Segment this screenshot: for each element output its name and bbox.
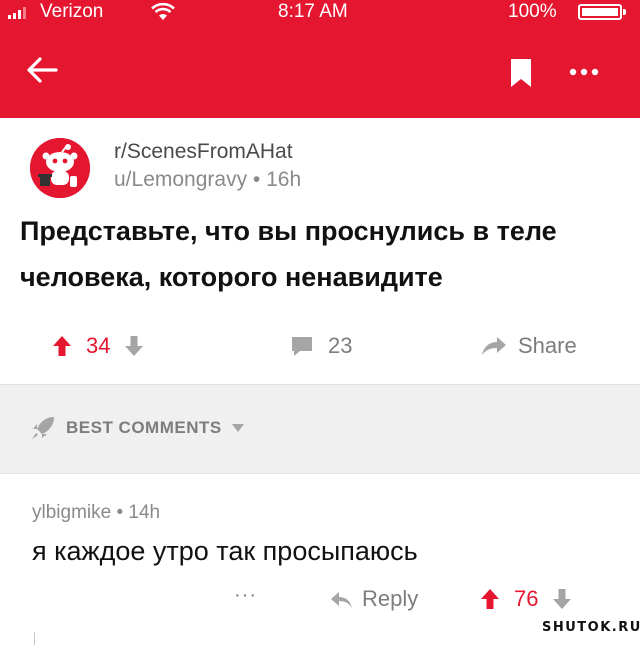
battery-icon [578,4,626,20]
upvote-arrow-icon[interactable] [52,335,72,357]
comments-sort-bar: BEST COMMENTS [0,384,640,474]
signal-strength-icon [8,7,26,19]
post-comment-count: 23 [328,333,353,358]
sort-label: BEST COMMENTS [66,418,222,437]
back-arrow-icon[interactable] [24,52,60,88]
downvote-arrow-icon[interactable] [124,335,144,357]
comment-bubble-icon [292,337,312,356]
carrier-name: Verizon [40,1,104,22]
post-action-bar: 34 23 Share [0,325,640,365]
share-label: Share [518,333,577,358]
battery-percent: 100% [508,1,557,22]
comment-upvote-count: 76 [514,586,539,611]
comments-button[interactable]: 23 [290,333,352,359]
wifi-icon [151,2,175,20]
share-arrow-icon [482,337,506,355]
bookmark-icon[interactable] [508,58,534,88]
comment-body: я каждое утро так просыпаюсь [32,536,418,566]
comment-downvote-arrow-icon[interactable] [552,588,572,610]
app-header: Verizon 8:17 AM 100% [0,0,640,118]
rocket-icon [32,417,54,439]
sort-comments-button[interactable]: BEST COMMENTS [30,415,244,441]
clock-time: 8:17 AM [278,1,348,22]
reply-button[interactable]: Reply [330,586,418,612]
subreddit-avatar[interactable] [30,138,90,198]
more-options-icon[interactable] [566,60,602,84]
reply-label: Reply [362,586,419,611]
post-vote-group: 34 [52,333,144,359]
comment-vote-group: 76 [480,586,572,612]
comment-author-line[interactable]: ylbigmike • 14h [32,502,160,524]
post-upvote-count: 34 [86,333,111,358]
reply-arrow-icon [331,592,352,608]
status-bar: Verizon 8:17 AM 100% [0,0,640,28]
reddit-snoo-icon [30,138,90,198]
post-title[interactable]: Представьте, что вы проснулись в теле че… [20,208,630,300]
post-author-line[interactable]: u/Lemongravy • 16h [114,168,301,192]
comment-upvote-arrow-icon[interactable] [480,588,500,610]
watermark: SHUTOK.RU [542,620,640,635]
comment-action-bar: ··· Reply 76 [0,584,640,620]
subreddit-name[interactable]: r/ScenesFromAHat [114,140,293,164]
thread-line [34,632,35,645]
caret-down-icon [231,424,244,432]
share-button[interactable]: Share [480,333,577,359]
comment-more-button[interactable]: ··· [234,584,257,607]
